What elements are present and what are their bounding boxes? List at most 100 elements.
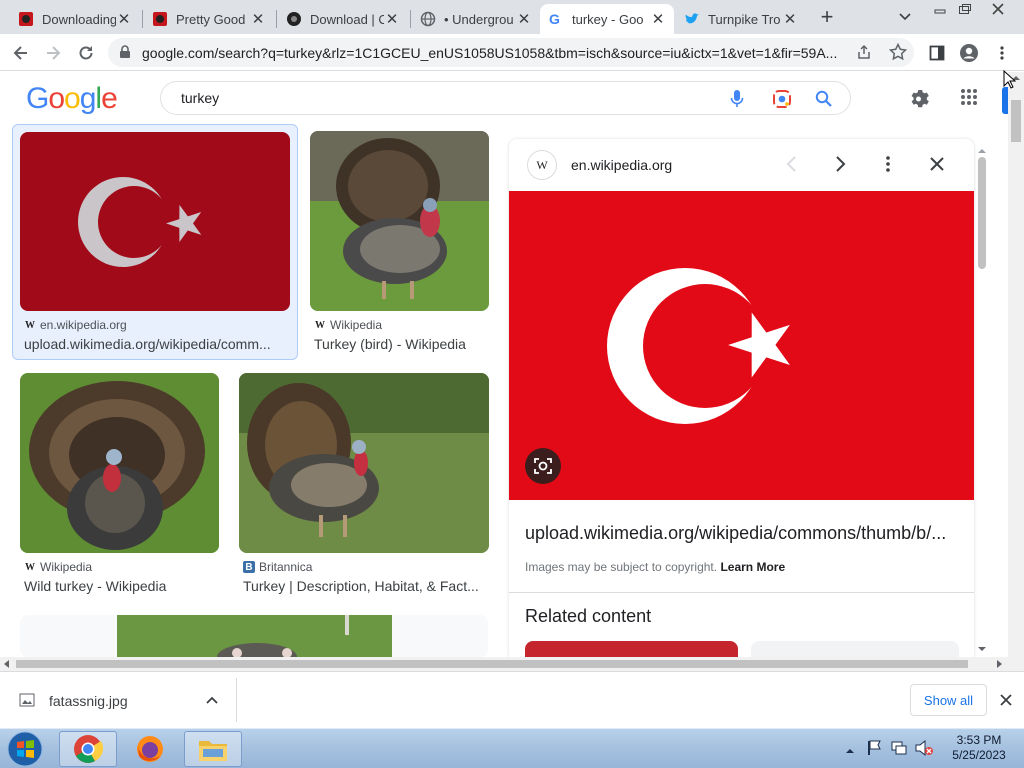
tab-underground[interactable]: • Undergrou ✕ <box>412 4 540 34</box>
previous-chevron-icon[interactable] <box>785 155 799 178</box>
address-bar[interactable]: google.com/search?q=turkey&rlz=1C1GCEU_e… <box>108 38 914 67</box>
side-panel-icon[interactable] <box>924 40 950 66</box>
close-tab-icon[interactable]: ✕ <box>116 10 132 28</box>
lock-icon[interactable] <box>119 45 131 64</box>
search-input[interactable]: turkey <box>181 90 219 106</box>
tab-search-chevron-icon[interactable] <box>896 8 914 26</box>
new-tab-button[interactable]: + <box>815 6 839 29</box>
britannica-turkey-thumbnail[interactable] <box>239 373 489 553</box>
network-icon[interactable] <box>890 740 908 761</box>
close-tab-icon[interactable]: ✕ <box>516 10 532 28</box>
download-bar: fatassnig.jpg Show all <box>0 671 1024 728</box>
settings-gear-icon[interactable] <box>908 86 932 115</box>
close-tab-icon[interactable]: ✕ <box>782 10 798 28</box>
tab-strip: Downloading ✕ Pretty Good ✕ Download | C… <box>0 0 1024 34</box>
lens-search-button[interactable] <box>525 448 561 484</box>
tab-divider <box>276 10 277 28</box>
reload-button[interactable] <box>73 40 99 66</box>
search-box[interactable]: turkey <box>160 81 851 115</box>
tab-downloading[interactable]: Downloading ✕ <box>10 4 140 34</box>
result-title[interactable]: Turkey | Description, Habitat, & Fact... <box>243 578 483 594</box>
windows-taskbar: 3:53 PM 5/25/2023 <box>0 728 1024 768</box>
next-chevron-icon[interactable] <box>833 155 847 178</box>
download-options-chevron-icon[interactable] <box>205 693 219 712</box>
back-button[interactable] <box>8 40 34 66</box>
google-logo[interactable]: Google <box>26 82 118 116</box>
taskbar-firefox[interactable] <box>121 731 179 767</box>
maximize-button[interactable] <box>952 0 978 17</box>
panel-image-link[interactable]: upload.wikimedia.org/wikipedia/commons/t… <box>525 523 946 544</box>
action-center-flag-icon[interactable] <box>866 739 882 762</box>
google-icon: G <box>548 11 564 27</box>
mouse-cursor <box>1003 69 1017 95</box>
turkey-flag-preview-image[interactable] <box>509 191 974 500</box>
copyright-text: Images may be subject to copyright. <box>525 560 718 574</box>
related-item-thumbnail[interactable] <box>751 641 959 657</box>
window-controls <box>928 0 1024 18</box>
wikipedia-w-icon: W <box>527 150 557 180</box>
taskbar-file-explorer[interactable] <box>184 731 242 767</box>
britannica-icon: B <box>243 561 255 573</box>
taskbar-chrome[interactable] <box>59 731 117 767</box>
clock-time: 3:53 PM <box>956 733 1002 747</box>
wikipedia-w-icon: W <box>315 319 325 331</box>
next-result-thumbnail[interactable] <box>117 615 392 657</box>
divider <box>236 678 237 722</box>
tab-turkey-google[interactable]: G turkey - Goo ✕ <box>540 4 674 34</box>
clock-date: 5/25/2023 <box>952 748 1006 762</box>
wild-turkey-thumbnail[interactable] <box>20 373 219 553</box>
close-tab-icon[interactable]: ✕ <box>650 10 666 28</box>
tab-title: Pretty Good <box>176 11 246 27</box>
system-clock[interactable]: 3:53 PM 5/25/2023 <box>944 733 1014 763</box>
source-name: Wikipedia <box>40 560 93 574</box>
volume-muted-icon[interactable] <box>914 739 934 761</box>
close-panel-icon[interactable] <box>929 156 945 177</box>
close-download-bar-icon[interactable] <box>999 693 1013 712</box>
result-source: B Britannica <box>243 560 312 574</box>
tab-divider <box>142 10 143 28</box>
tab-divider <box>410 10 411 28</box>
turkey-flag-thumbnail[interactable] <box>20 132 290 311</box>
logo-letter: G <box>26 82 49 115</box>
google-lens-icon[interactable] <box>772 89 792 114</box>
tab-title: • Undergrou <box>444 11 514 27</box>
show-hidden-icons-chevron[interactable] <box>845 743 855 761</box>
panel-site-name[interactable]: en.wikipedia.org <box>571 157 672 173</box>
learn-more-link[interactable]: Learn More <box>720 560 785 574</box>
page-content: Google turkey Wen.wikipedia.org upload.w… <box>0 72 1024 657</box>
close-tab-icon[interactable]: ✕ <box>250 10 266 28</box>
tab-download[interactable]: Download | C ✕ <box>278 4 408 34</box>
close-window-button[interactable] <box>978 0 1018 17</box>
wikipedia-w-icon: W <box>25 319 35 331</box>
black-circle-icon <box>286 11 302 27</box>
microphone-icon[interactable] <box>729 89 745 114</box>
turkey-bird-thumbnail[interactable] <box>310 131 489 311</box>
page-vertical-scrollbar[interactable] <box>1008 72 1024 657</box>
copyright-notice: Images may be subject to copyright. Lear… <box>525 560 785 574</box>
start-button[interactable] <box>3 730 47 768</box>
related-item-thumbnail[interactable] <box>525 641 738 657</box>
result-title[interactable]: upload.wikimedia.org/wikipedia/comm... <box>24 336 292 352</box>
chrome-menu-icon[interactable] <box>989 40 1015 66</box>
minimize-button[interactable] <box>928 0 952 17</box>
result-title[interactable]: Wild turkey - Wikipedia <box>24 578 224 594</box>
search-icon[interactable] <box>814 89 834 114</box>
show-all-button[interactable]: Show all <box>910 684 987 716</box>
page-horizontal-scrollbar[interactable] <box>0 657 1024 671</box>
close-tab-icon[interactable]: ✕ <box>384 10 400 28</box>
profile-avatar-icon[interactable] <box>956 40 982 66</box>
google-apps-icon[interactable] <box>960 88 978 111</box>
tab-turnpike[interactable]: Turnpike Tro ✕ <box>676 4 806 34</box>
panel-scrollbar[interactable] <box>976 147 988 657</box>
result-source: W Wikipedia <box>24 560 92 574</box>
tab-pretty-good[interactable]: Pretty Good ✕ <box>144 4 274 34</box>
bookmark-star-icon[interactable] <box>888 42 908 66</box>
tab-title: Download | C <box>310 11 384 27</box>
share-icon[interactable] <box>856 44 872 65</box>
forward-button[interactable] <box>40 40 66 66</box>
download-filename[interactable]: fatassnig.jpg <box>49 693 128 709</box>
more-options-icon[interactable] <box>885 155 891 178</box>
source-name: Wikipedia <box>330 318 383 332</box>
url-text[interactable]: google.com/search?q=turkey&rlz=1C1GCEU_e… <box>142 45 842 61</box>
result-title[interactable]: Turkey (bird) - Wikipedia <box>314 336 494 352</box>
